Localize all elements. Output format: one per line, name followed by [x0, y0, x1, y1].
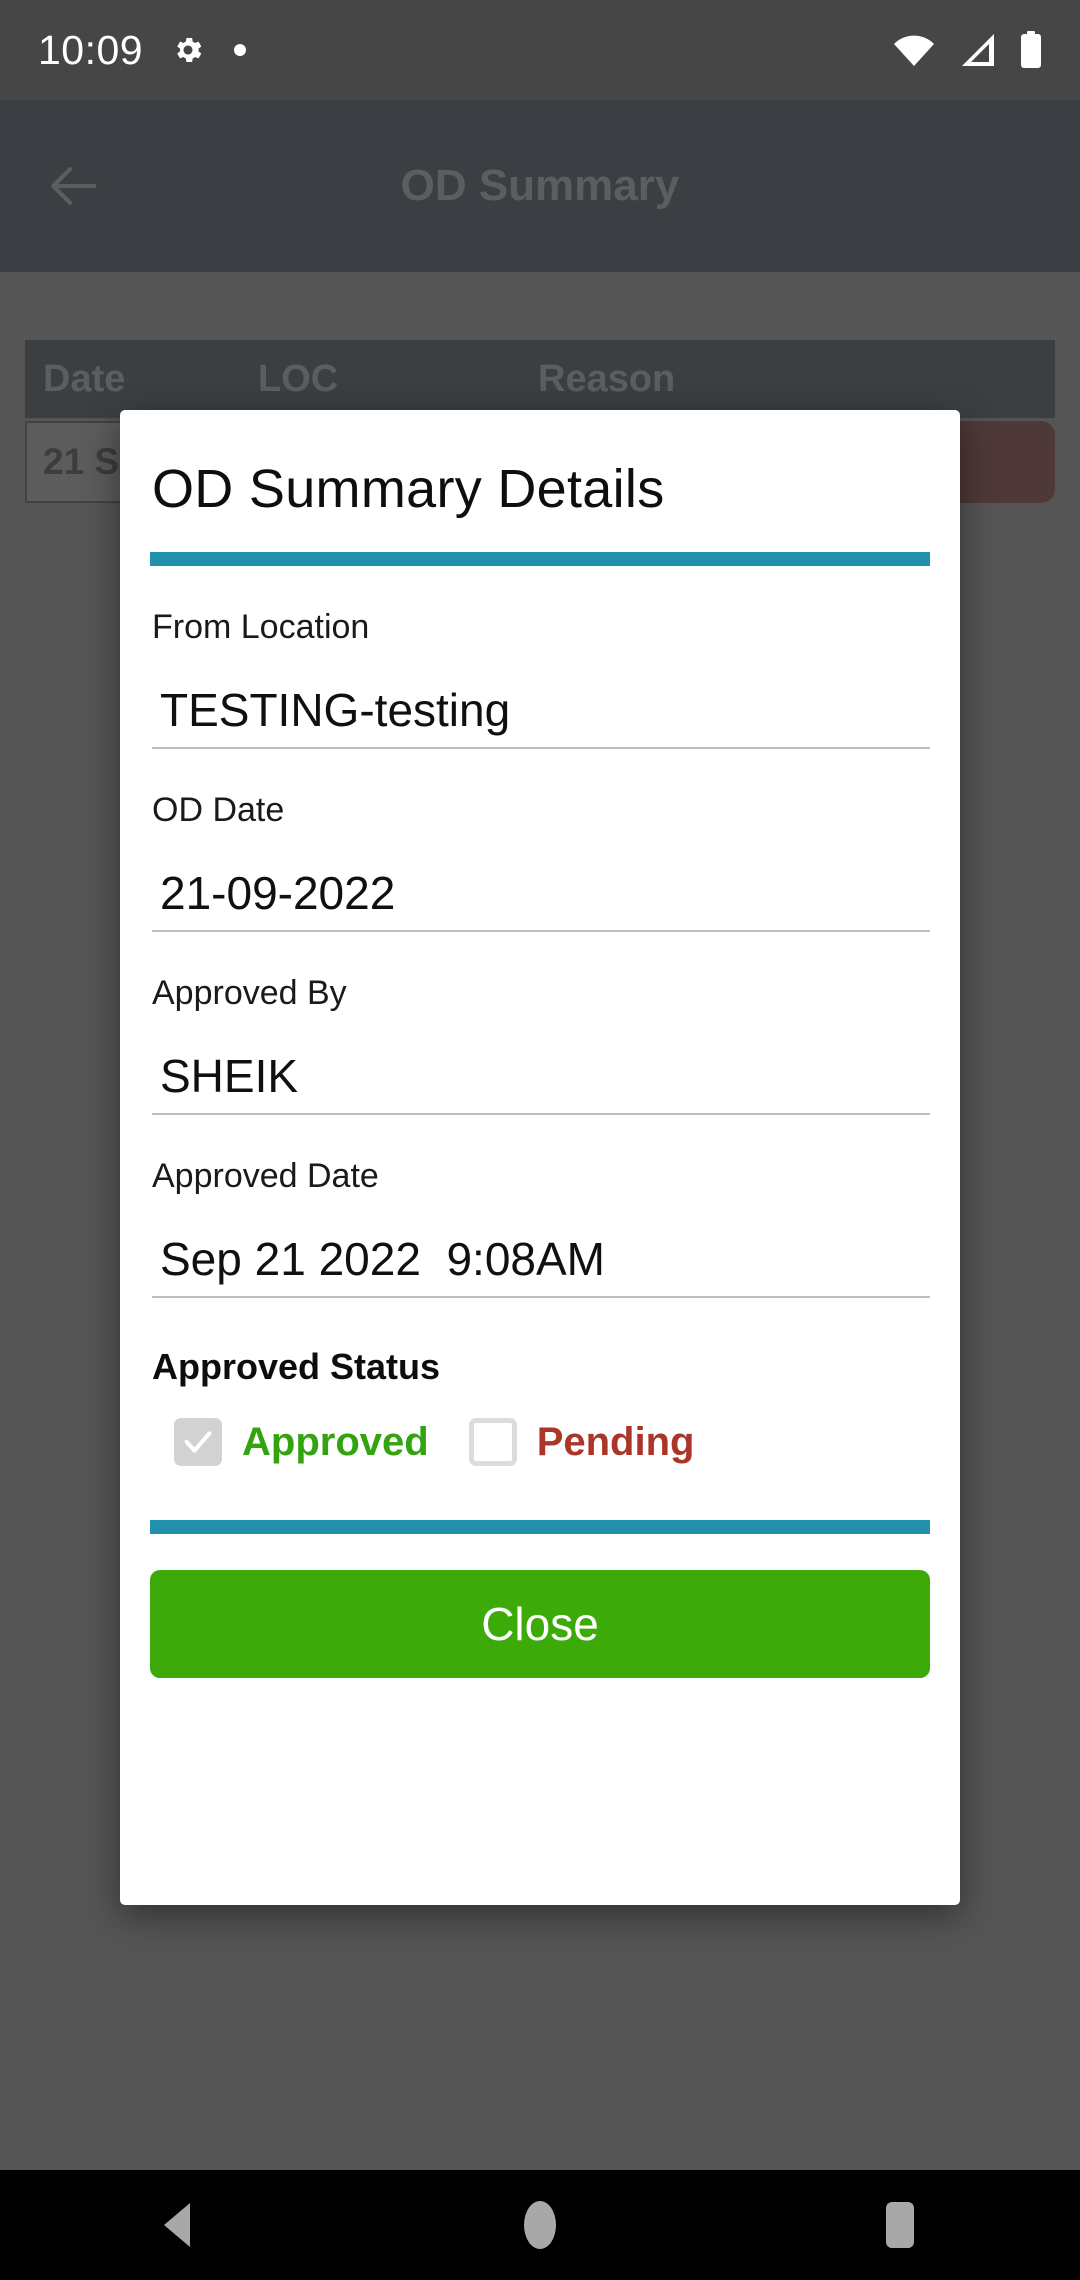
label-od-date: OD Date	[152, 791, 285, 829]
wifi-icon	[892, 33, 936, 67]
value-approved-by[interactable]: SHEIK	[152, 1035, 930, 1115]
battery-icon	[1020, 31, 1042, 69]
gear-icon	[171, 33, 205, 67]
dot-icon	[233, 43, 247, 57]
dialog-title: OD Summary Details	[152, 459, 665, 519]
field-approved-date: Approved Date Sep 21 2022 9:08AM	[150, 1157, 930, 1298]
label-approved-date: Approved Date	[152, 1157, 379, 1195]
close-button[interactable]: Close	[150, 1570, 930, 1678]
checkbox-pending[interactable]: Pending	[468, 1418, 695, 1466]
status-bar: 10:09	[0, 0, 1080, 100]
dialog-bottom-divider	[150, 1520, 930, 1534]
value-from-location[interactable]: TESTING-testing	[152, 669, 930, 749]
label-approved-by: Approved By	[152, 974, 347, 1012]
label-from-location: From Location	[152, 608, 370, 646]
nav-back-icon[interactable]	[120, 2170, 240, 2280]
nav-recents-icon[interactable]	[840, 2170, 960, 2280]
dialog-title-divider	[150, 552, 930, 566]
value-od-date[interactable]: 21-09-2022	[152, 852, 930, 932]
navigation-bar	[0, 2170, 1080, 2280]
field-approved-by: Approved By SHEIK	[150, 974, 930, 1115]
field-from-location: From Location TESTING-testing	[150, 608, 930, 749]
status-clock: 10:09	[38, 26, 144, 73]
value-approved-date[interactable]: Sep 21 2022 9:08AM	[152, 1218, 930, 1298]
cellular-signal-icon	[958, 33, 998, 67]
phone-screen: OD Summary Date LOC Reason 21 S w 10:09	[0, 0, 1080, 2280]
checkbox-approved[interactable]: Approved	[174, 1418, 429, 1466]
approved-status-section: Approved Status Approved Pending	[150, 1346, 930, 1466]
approved-status-label: Approved Status	[152, 1346, 441, 1387]
status-bar-left: 10:09	[38, 27, 247, 74]
checkbox-approved-label: Approved	[242, 1419, 429, 1464]
status-bar-right	[892, 31, 1042, 69]
checkbox-pending-label: Pending	[536, 1419, 695, 1464]
od-summary-details-dialog: OD Summary Details From Location TESTING…	[120, 410, 960, 1905]
approved-status-options: Approved Pending	[152, 1418, 930, 1466]
field-od-date: OD Date 21-09-2022	[150, 791, 930, 932]
empty-checkbox-icon[interactable]	[468, 1418, 517, 1466]
checkmark-icon[interactable]	[174, 1418, 222, 1466]
nav-home-icon[interactable]	[480, 2170, 600, 2280]
